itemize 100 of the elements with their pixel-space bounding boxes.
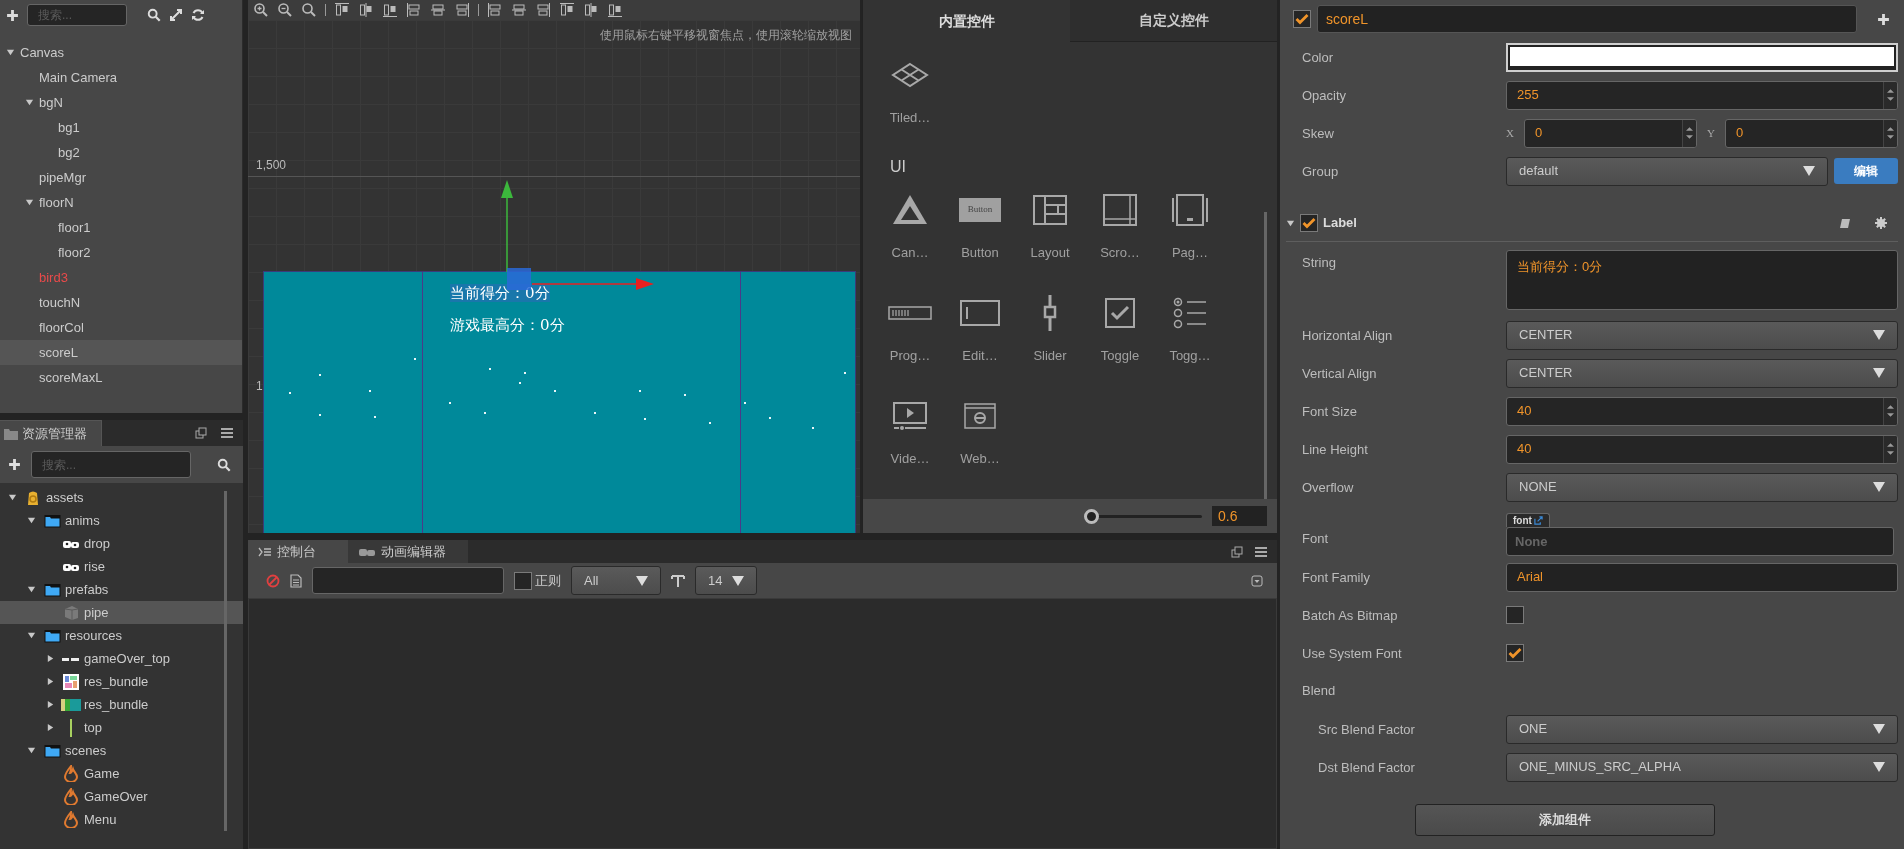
spinner-arrows-icon[interactable] — [1883, 435, 1897, 463]
checkbox[interactable] — [1506, 606, 1524, 624]
widget-item[interactable]: Vide… — [875, 387, 945, 490]
distribute-left-icon[interactable] — [559, 2, 575, 18]
dropdown[interactable]: ONE_MINUS_SRC_ALPHA — [1506, 752, 1898, 782]
spinner-arrows-icon[interactable] — [1682, 119, 1696, 147]
tree-item[interactable]: bg1 — [0, 115, 242, 140]
expand-arrow-icon[interactable] — [27, 631, 36, 640]
zoom-reset-icon[interactable] — [301, 2, 317, 18]
popout-icon[interactable] — [1231, 545, 1243, 558]
checkbox[interactable] — [1293, 10, 1311, 28]
slider-thumb[interactable] — [1084, 508, 1099, 524]
add-component-button[interactable]: 添加组件 — [1415, 804, 1715, 836]
align-left-icon[interactable] — [406, 2, 422, 18]
spinner-arrows-icon[interactable] — [1883, 397, 1897, 425]
popout-icon[interactable] — [195, 427, 207, 439]
widget-item[interactable]: Tiled… — [875, 46, 945, 149]
node-name-field[interactable]: scoreL — [1317, 5, 1857, 33]
expand-icon[interactable] — [169, 8, 183, 22]
dropdown[interactable]: NONE — [1506, 472, 1898, 502]
refresh-icon[interactable] — [191, 8, 205, 22]
dropdown[interactable]: CENTER — [1506, 358, 1898, 388]
external-link-icon[interactable] — [1533, 516, 1543, 525]
expand-arrow-icon[interactable] — [25, 198, 34, 207]
widget-item[interactable]: Edit… — [945, 284, 1015, 387]
distribute-bottom-icon[interactable] — [535, 2, 551, 18]
plus-icon[interactable] — [8, 458, 21, 471]
align-right-icon[interactable] — [454, 2, 470, 18]
tree-item[interactable]: Game — [0, 762, 243, 785]
tree-item[interactable]: scenes — [0, 739, 243, 762]
widget-item[interactable]: Togg… — [1155, 284, 1225, 387]
tree-item[interactable]: resources — [0, 624, 243, 647]
checkbox[interactable] — [514, 571, 532, 590]
dropdown[interactable]: ONE — [1506, 714, 1898, 744]
tree-item[interactable]: assets — [0, 486, 243, 509]
search-icon[interactable] — [217, 457, 231, 472]
distribute-right-icon[interactable] — [607, 2, 623, 18]
widget-item[interactable]: Scro… — [1085, 181, 1155, 284]
dropdown[interactable]: CENTER — [1506, 320, 1898, 350]
expand-arrow-icon[interactable] — [46, 654, 55, 663]
expand-arrow-icon[interactable] — [46, 677, 55, 686]
tree-item[interactable]: rise — [0, 555, 243, 578]
tree-item[interactable]: res_bundle — [0, 670, 243, 693]
scene-label[interactable]: 游戏最高分：0分 — [450, 316, 565, 334]
document-icon[interactable] — [290, 573, 302, 588]
distribute-middle-icon[interactable] — [511, 2, 527, 18]
menu-icon[interactable] — [221, 428, 233, 438]
widget-item[interactable]: Prog… — [875, 284, 945, 387]
tree-item[interactable]: pipeMgr — [0, 165, 242, 190]
expand-arrow-icon[interactable] — [1286, 218, 1295, 228]
widget-item[interactable]: Web… — [945, 387, 1015, 490]
align-top-icon[interactable] — [334, 2, 350, 18]
collapse-icon[interactable] — [1251, 574, 1263, 587]
color-swatch[interactable] — [1506, 42, 1898, 72]
tree-item[interactable]: GameOver — [0, 785, 243, 808]
dropdown[interactable]: All — [571, 566, 661, 595]
text-field[interactable]: Arial — [1506, 562, 1898, 592]
text-area[interactable]: 当前得分：0分 — [1506, 250, 1898, 310]
align-middle-icon[interactable] — [358, 2, 374, 18]
expand-arrow-icon[interactable] — [6, 48, 15, 57]
expand-arrow-icon[interactable] — [46, 700, 55, 709]
number-field[interactable]: 0 — [1523, 118, 1697, 148]
dropdown[interactable]: default — [1506, 156, 1828, 186]
tree-item[interactable]: touchN — [0, 290, 242, 315]
plus-icon[interactable] — [1877, 12, 1890, 26]
checkbox[interactable] — [1506, 644, 1524, 662]
book-icon[interactable] — [1839, 217, 1851, 229]
tree-item[interactable]: gameOver_top — [0, 647, 243, 670]
expand-arrow-icon[interactable] — [27, 585, 36, 594]
zoom-out-icon[interactable] — [277, 2, 293, 18]
panel-tab[interactable]: 动画编辑器 — [348, 540, 468, 563]
tree-item[interactable]: Main Camera — [0, 65, 242, 90]
zoom-in-icon[interactable] — [253, 2, 269, 18]
align-center-icon[interactable] — [430, 2, 446, 18]
tree-item[interactable]: floor1 — [0, 215, 242, 240]
tree-item[interactable]: drop — [0, 532, 243, 555]
filter-field[interactable] — [312, 567, 504, 594]
tree-item[interactable]: anims — [0, 509, 243, 532]
tree-item[interactable]: scoreL — [0, 340, 242, 365]
edit-button[interactable]: 编辑 — [1834, 158, 1898, 184]
tree-item[interactable]: pipe — [0, 601, 243, 624]
tree-item[interactable]: Canvas — [0, 40, 242, 65]
panel-tab[interactable]: 资源管理器 — [0, 420, 102, 446]
number-field[interactable]: 40 — [1506, 434, 1898, 464]
number-field[interactable]: 255 — [1506, 80, 1898, 110]
widget-item[interactable]: Toggle — [1085, 284, 1155, 387]
tree-item[interactable]: top — [0, 716, 243, 739]
expand-arrow-icon[interactable] — [46, 723, 55, 732]
search-icon[interactable] — [147, 8, 161, 22]
tree-item[interactable]: Menu — [0, 808, 243, 831]
tree-item[interactable]: bg2 — [0, 140, 242, 165]
expand-arrow-icon[interactable] — [27, 516, 36, 525]
tree-item[interactable]: bgN — [0, 90, 242, 115]
distribute-center-icon[interactable] — [583, 2, 599, 18]
widget-item[interactable]: Layout — [1015, 181, 1085, 284]
widget-item[interactable]: Can… — [875, 181, 945, 284]
tree-item[interactable]: floor2 — [0, 240, 242, 265]
number-field[interactable]: 0 — [1724, 118, 1898, 148]
number-field[interactable]: 0.6 — [1212, 506, 1267, 526]
widget-item[interactable]: Slider — [1015, 284, 1085, 387]
